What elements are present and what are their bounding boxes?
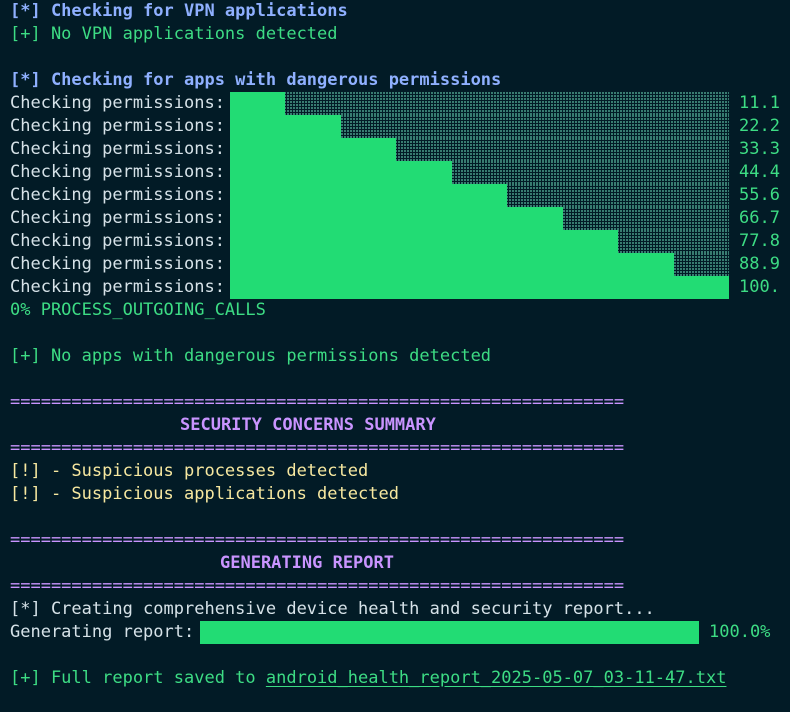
permission-progress-fill <box>230 207 563 230</box>
permission-progress-fill <box>230 115 341 138</box>
report-rule-bottom: ========================================… <box>10 576 625 596</box>
permission-progress-percent: 11.1 <box>739 93 780 113</box>
permission-progress-label: Checking permissions: <box>10 116 225 136</box>
summary-item-processes: [!] - Suspicious processes detected <box>10 461 369 481</box>
permission-progress-label: Checking permissions: <box>10 208 225 228</box>
permission-progress-fill <box>230 230 618 253</box>
report-saved-line: [+] Full report saved to android_health_… <box>10 667 726 690</box>
permission-progress-bar <box>230 253 729 276</box>
permission-progress-bar <box>230 138 729 161</box>
report-creating-text: [*] Creating comprehensive device health… <box>10 599 655 619</box>
report-progress-fill <box>200 621 699 644</box>
report-progress-percent: 100.0% <box>709 622 771 642</box>
permission-progress-percent: 33.3 <box>739 139 780 159</box>
permission-progress-bar <box>230 115 729 138</box>
permission-progress-label: Checking permissions: <box>10 185 225 205</box>
summary-rule-bottom: ========================================… <box>10 438 625 458</box>
permission-progress-percent: 22.2 <box>739 116 780 136</box>
summary-rule-top: ========================================… <box>10 392 625 412</box>
permission-progress-label: Checking permissions: <box>10 93 225 113</box>
permission-progress-bar <box>230 230 729 253</box>
permissions-check-result: [+] No apps with dangerous permissions d… <box>10 346 492 366</box>
report-rule-top: ========================================… <box>10 530 625 550</box>
permission-progress-percent: 88.9 <box>739 254 780 274</box>
permission-progress-percent: 44.4 <box>739 162 780 182</box>
report-saved-prefix: [+] Full report saved to <box>10 668 266 688</box>
permission-progress-label: Checking permissions: <box>10 277 225 297</box>
permissions-overflow-text: 0% PROCESS_OUTGOING_CALLS <box>10 300 266 320</box>
permission-progress-label: Checking permissions: <box>10 231 225 251</box>
summary-item-applications: [!] - Suspicious applications detected <box>10 484 399 504</box>
permission-progress-percent: 55.6 <box>739 185 780 205</box>
permission-progress-fill <box>230 92 285 115</box>
permission-progress-percent: 77.8 <box>739 231 780 251</box>
permission-progress-label: Checking permissions: <box>10 254 225 274</box>
summary-title: SECURITY CONCERNS SUMMARY <box>180 415 436 435</box>
permission-progress-fill <box>230 253 674 276</box>
permission-progress-percent: 100. <box>739 277 780 297</box>
permission-progress-bar <box>230 207 729 230</box>
permission-progress-fill <box>230 276 729 299</box>
report-progress-label: Generating report: <box>10 622 195 642</box>
vpn-check-heading: [*] Checking for VPN applications <box>10 1 348 21</box>
vpn-check-result: [+] No VPN applications detected <box>10 24 338 44</box>
permission-progress-bar <box>230 161 729 184</box>
permission-progress-label: Checking permissions: <box>10 139 225 159</box>
terminal-window[interactable]: [*] Checking for VPN applications [+] No… <box>0 0 790 712</box>
report-title: GENERATING REPORT <box>220 553 394 573</box>
permission-progress-label: Checking permissions: <box>10 162 225 182</box>
permission-progress-fill <box>230 161 452 184</box>
permission-progress-fill <box>230 184 507 207</box>
permissions-check-heading: [*] Checking for apps with dangerous per… <box>10 70 502 90</box>
permission-progress-fill <box>230 138 396 161</box>
permission-progress-percent: 66.7 <box>739 208 780 228</box>
permission-progress-bar <box>230 276 729 299</box>
permission-progress-bar <box>230 184 729 207</box>
report-progress-bar <box>200 621 699 644</box>
permission-progress-bar <box>230 92 729 115</box>
report-filename-link[interactable]: android_health_report_2025-05-07_03-11-4… <box>266 668 727 688</box>
